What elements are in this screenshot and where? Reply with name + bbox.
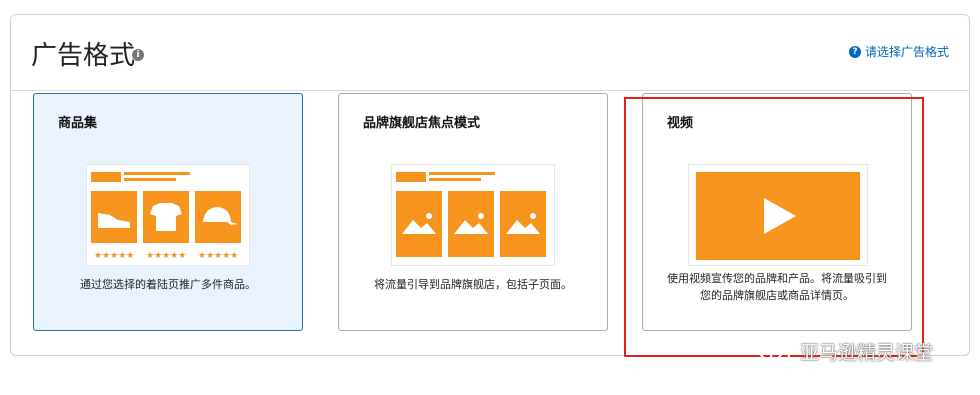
watermark: 亚马逊精灵课堂 (758, 338, 933, 365)
svg-text:★★★★★: ★★★★★ (146, 251, 186, 261)
page-title: 广告格式 (31, 41, 136, 71)
store-spotlight-illustration (391, 164, 555, 266)
highlight-box (624, 97, 924, 357)
card-product-collection[interactable]: 商品集 ★★★★★ ★★★★★ ★★★★★ 通过您选择的着陆页推广多件商品。 (33, 93, 303, 331)
panel-header: 广告格式 i ? 请选择广告格式 (11, 15, 969, 91)
watermark-text: 亚马逊精灵课堂 (800, 342, 934, 364)
help-link-label: 请选择广告格式 (864, 45, 949, 59)
svg-text:★★★★★: ★★★★★ (94, 251, 134, 261)
help-link[interactable]: ? 请选择广告格式 (848, 43, 949, 60)
question-icon: ? (848, 45, 861, 58)
card-description: 将流量引导到品牌旗舰店，包括子页面。 (374, 278, 572, 291)
card-title: 商品集 (58, 116, 98, 131)
card-store-spotlight[interactable]: 品牌旗舰店焦点模式 将流量引导到品牌旗舰店，包括子页面。 (338, 93, 608, 331)
card-title: 品牌旗舰店焦点模式 (363, 116, 481, 131)
card-description: 通过您选择的着陆页推广多件商品。 (80, 278, 256, 291)
product-collection-illustration: ★★★★★ ★★★★★ ★★★★★ (86, 164, 250, 266)
wechat-icon (759, 340, 790, 363)
info-icon[interactable]: i (132, 49, 144, 61)
svg-text:★★★★★: ★★★★★ (198, 251, 238, 261)
